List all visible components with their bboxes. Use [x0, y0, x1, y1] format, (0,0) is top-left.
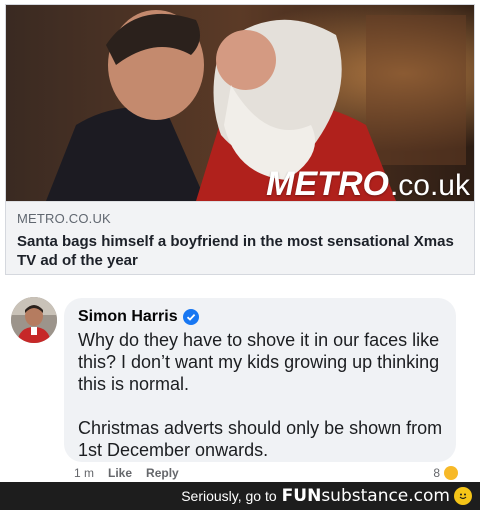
comment-paragraph: Christmas adverts should only be shown f…	[78, 418, 443, 460]
link-preview-image[interactable]: METRO .co.uk	[6, 5, 474, 201]
comment-paragraph: Why do they have to shove it in our face…	[78, 330, 440, 394]
link-domain: METRO.CO.UK	[17, 211, 111, 226]
like-button[interactable]: Like	[108, 466, 132, 480]
watermark-text: Seriously, go to	[181, 488, 277, 504]
comment: Simon Harris Why do they have to shove i…	[0, 282, 480, 482]
profile-photo	[11, 297, 57, 343]
comment-author[interactable]: Simon Harris	[78, 308, 442, 326]
watermark-bar: Seriously, go to FUNsubstance.com	[0, 482, 480, 510]
link-preview-card[interactable]: METRO .co.uk METRO.CO.UK Santa bags himse…	[5, 4, 475, 275]
comment-actions: 1 m Like Reply	[74, 466, 179, 480]
watermark-brand[interactable]: FUNsubstance.com	[282, 486, 450, 506]
verified-badge-icon	[182, 309, 199, 325]
comment-bubble: Simon Harris Why do they have to shove i…	[64, 298, 456, 462]
comment-text: Why do they have to shove it in our face…	[78, 329, 448, 461]
reaction-count[interactable]: 8	[433, 466, 458, 480]
reply-button[interactable]: Reply	[146, 466, 179, 480]
metro-logo: METRO .co.uk	[266, 165, 470, 201]
link-preview-meta[interactable]: METRO.CO.UK Santa bags himself a boyfrie…	[6, 201, 474, 274]
link-headline[interactable]: Santa bags himself a boyfriend in the mo…	[17, 232, 457, 270]
reaction-number: 8	[433, 466, 440, 480]
author-name[interactable]: Simon Harris	[78, 308, 178, 326]
smiley-icon	[454, 487, 472, 505]
haha-reaction-icon	[444, 466, 458, 480]
avatar[interactable]	[11, 297, 57, 343]
comment-timestamp[interactable]: 1 m	[74, 466, 94, 480]
